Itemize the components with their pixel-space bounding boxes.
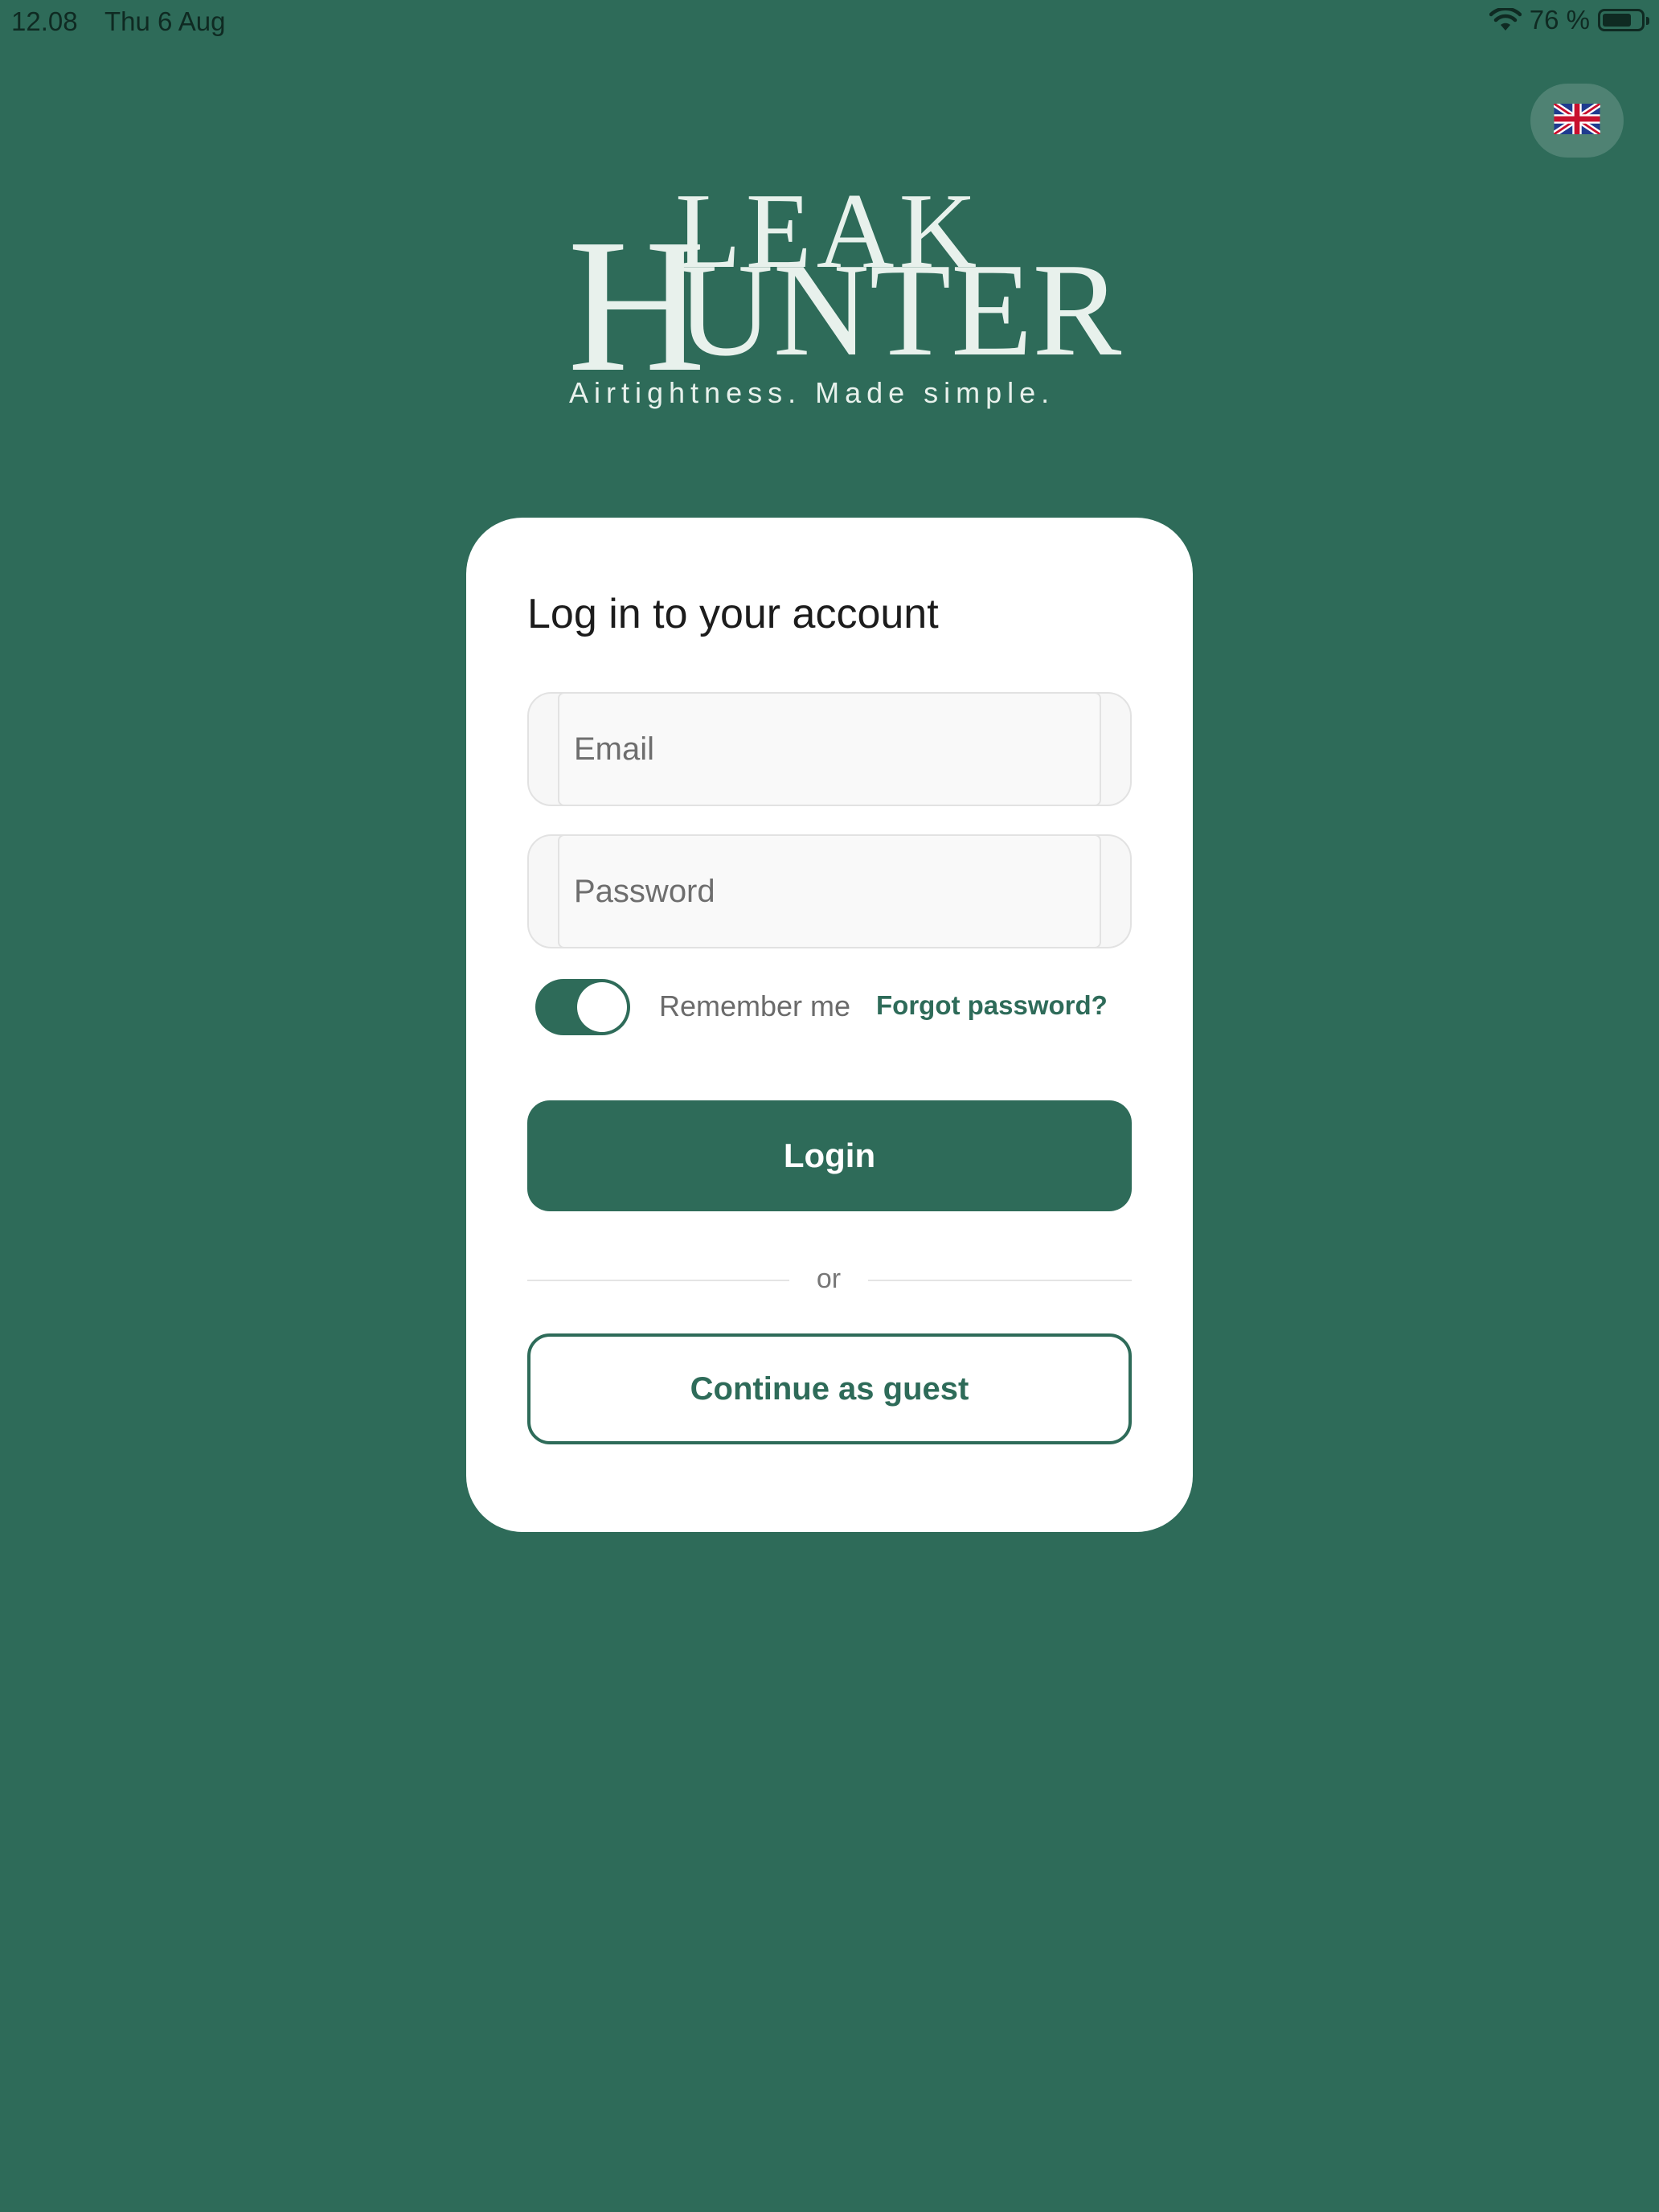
toggle-knob [577, 982, 627, 1032]
email-field-container [527, 692, 1132, 806]
logo-tagline: Airtightness. Made simple. [569, 376, 1055, 409]
remember-me-label: Remember me [659, 989, 851, 1022]
battery-percentage: 76 % [1529, 5, 1590, 35]
language-button[interactable] [1530, 84, 1624, 158]
card-title: Log in to your account [527, 591, 939, 637]
forgot-password-link[interactable]: Forgot password? [876, 990, 1108, 1021]
password-field-container [527, 834, 1132, 948]
login-button[interactable]: Login [527, 1100, 1132, 1211]
divider-text: or [816, 1264, 842, 1294]
password-input[interactable] [558, 834, 1101, 948]
divider-line-right [868, 1280, 1132, 1281]
battery-level [1603, 14, 1631, 27]
logo-word-unter: UNTER [677, 236, 1122, 383]
remember-me-toggle[interactable] [535, 979, 630, 1035]
status-bar: 12.08 Thu 6 Aug 76 % [0, 0, 1659, 42]
app-logo: H LEAK UNTER Airtightness. Made simple. [563, 177, 1121, 418]
uk-flag-icon [1552, 100, 1602, 138]
wifi-icon [1489, 8, 1522, 32]
status-indicators: 76 % [1489, 5, 1649, 35]
email-input[interactable] [558, 692, 1101, 806]
login-card: Log in to your account Remember me Forgo… [466, 518, 1193, 1532]
status-date: Thu 6 Aug [104, 6, 226, 36]
continue-as-guest-button[interactable]: Continue as guest [527, 1333, 1132, 1444]
battery-icon [1598, 9, 1649, 31]
divider-line-left [527, 1280, 789, 1281]
status-time: 12.08 [11, 6, 78, 36]
